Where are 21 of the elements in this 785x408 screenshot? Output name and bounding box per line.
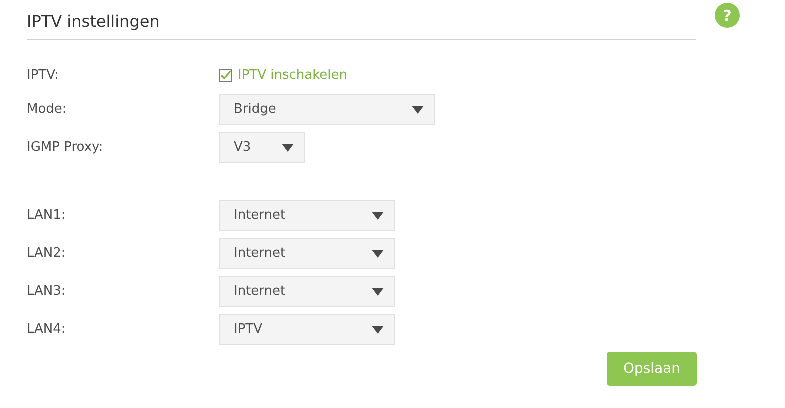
field-label: LAN4:: [27, 322, 66, 337]
caret-icon: [372, 250, 384, 258]
caret-icon: [372, 288, 384, 296]
dropdown[interactable]: Internet: [219, 238, 395, 269]
caret-icon: [372, 212, 384, 220]
dropdown[interactable]: V3: [219, 132, 305, 163]
checkbox[interactable]: [219, 68, 232, 82]
field-label: LAN1:: [27, 208, 66, 223]
caret-icon: [372, 326, 384, 334]
field-label: Mode:: [27, 102, 67, 117]
field-label: IGMP Proxy:: [27, 140, 104, 155]
dropdown[interactable]: Internet: [219, 276, 395, 307]
dropdown[interactable]: IPTV: [219, 314, 395, 345]
dropdown[interactable]: Internet: [219, 200, 395, 231]
section-title: IPTV instellingen: [27, 12, 696, 40]
dropdown[interactable]: Bridge: [219, 94, 435, 125]
field-label: LAN3:: [27, 284, 66, 299]
field-label: LAN2:: [27, 246, 66, 261]
caret-icon: [282, 144, 294, 152]
field-label: IPTV:: [27, 68, 59, 82]
caret-icon: [412, 106, 424, 114]
